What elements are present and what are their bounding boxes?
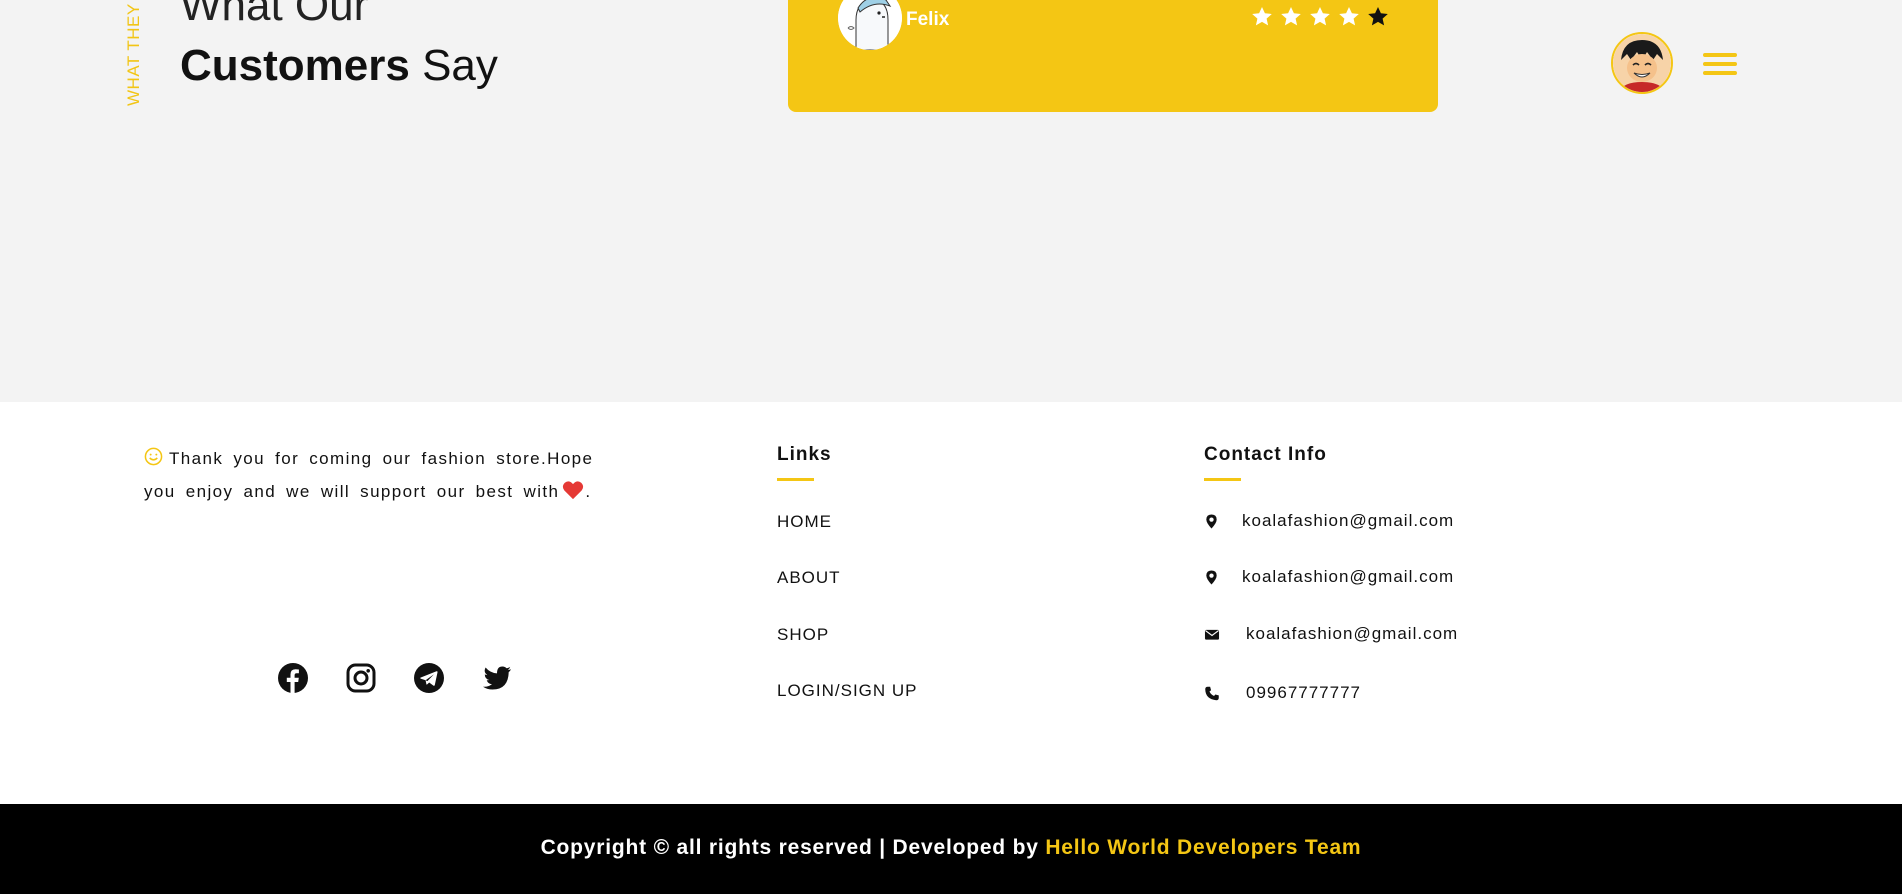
contact-location-2: koalafashion@gmail.com bbox=[1204, 567, 1454, 587]
contact-email: koalafashion@gmail.com bbox=[1204, 624, 1458, 644]
location-pin-icon bbox=[1206, 569, 1217, 585]
location-pin-icon bbox=[1206, 513, 1217, 529]
thanks-text: Thank you for coming our fashion store.H… bbox=[144, 449, 594, 501]
phone-icon bbox=[1205, 686, 1219, 700]
facebook-icon[interactable] bbox=[277, 662, 309, 694]
section-heading-line1: What Our bbox=[180, 0, 369, 30]
section-heading-line2: Customers Say bbox=[180, 44, 498, 88]
reviewer-name: Felix bbox=[906, 9, 950, 30]
star-icon bbox=[1310, 7, 1330, 26]
contact-phone: 09967777777 bbox=[1204, 683, 1361, 703]
footer: Thank you for coming our fashion store.H… bbox=[0, 402, 1902, 804]
reviewer-avatar bbox=[838, 0, 902, 50]
star-icon bbox=[1339, 7, 1359, 26]
footer-link-shop[interactable]: SHOP bbox=[777, 625, 829, 645]
links-heading: Links bbox=[777, 444, 832, 481]
social-links bbox=[277, 662, 513, 694]
star-icon bbox=[1281, 7, 1301, 26]
footer-thanks-message: Thank you for coming our fashion store.H… bbox=[144, 442, 600, 508]
contact-text: koalafashion@gmail.com bbox=[1242, 567, 1455, 586]
hamburger-menu-icon bbox=[1703, 53, 1737, 75]
contact-text: 09967777777 bbox=[1246, 683, 1362, 702]
twitter-icon[interactable] bbox=[481, 662, 513, 694]
thanks-end: . bbox=[585, 482, 592, 501]
contact-location-1: koalafashion@gmail.com bbox=[1204, 511, 1454, 531]
polar-bear-avatar-icon bbox=[838, 0, 902, 50]
telegram-icon[interactable] bbox=[413, 662, 445, 694]
rating-stars bbox=[1250, 5, 1390, 29]
hamburger-menu-button[interactable] bbox=[1702, 52, 1738, 76]
user-avatar-icon bbox=[1613, 34, 1671, 92]
footer-link-login-signup[interactable]: LOGIN/SIGN UP bbox=[777, 681, 918, 701]
testimonials-section: WHAT THEY SAY What Our Customers Say Fel… bbox=[0, 0, 1902, 402]
star-icon bbox=[1252, 7, 1272, 26]
smile-icon bbox=[144, 447, 163, 466]
instagram-icon[interactable] bbox=[345, 662, 377, 694]
vertical-label-text: WHAT THEY SAY bbox=[124, 0, 143, 106]
heart-icon bbox=[563, 481, 584, 500]
footer-link-about[interactable]: ABOUT bbox=[777, 568, 841, 588]
footer-link-home[interactable]: HOME bbox=[777, 512, 832, 532]
copyright-line: Copyright © all rights reserved | Develo… bbox=[0, 836, 1902, 860]
contact-text: koalafashion@gmail.com bbox=[1242, 511, 1455, 530]
review-card: Felix bbox=[788, 0, 1438, 112]
copyright-text: Copyright © all rights reserved | Develo… bbox=[540, 836, 1039, 859]
contact-text: koalafashion@gmail.com bbox=[1246, 624, 1459, 643]
section-vertical-label: WHAT THEY SAY bbox=[112, 0, 152, 110]
developer-team-link[interactable]: Hello World Developers Team bbox=[1045, 836, 1361, 859]
copyright-bar: Copyright © all rights reserved | Develo… bbox=[0, 804, 1902, 894]
envelope-icon bbox=[1204, 629, 1220, 640]
user-avatar[interactable] bbox=[1611, 32, 1673, 94]
heading-bold-word: Customers bbox=[180, 41, 410, 90]
contact-info-heading: Contact Info bbox=[1204, 444, 1327, 481]
heading-light-word: Say bbox=[422, 41, 498, 90]
star-icon bbox=[1368, 7, 1388, 26]
